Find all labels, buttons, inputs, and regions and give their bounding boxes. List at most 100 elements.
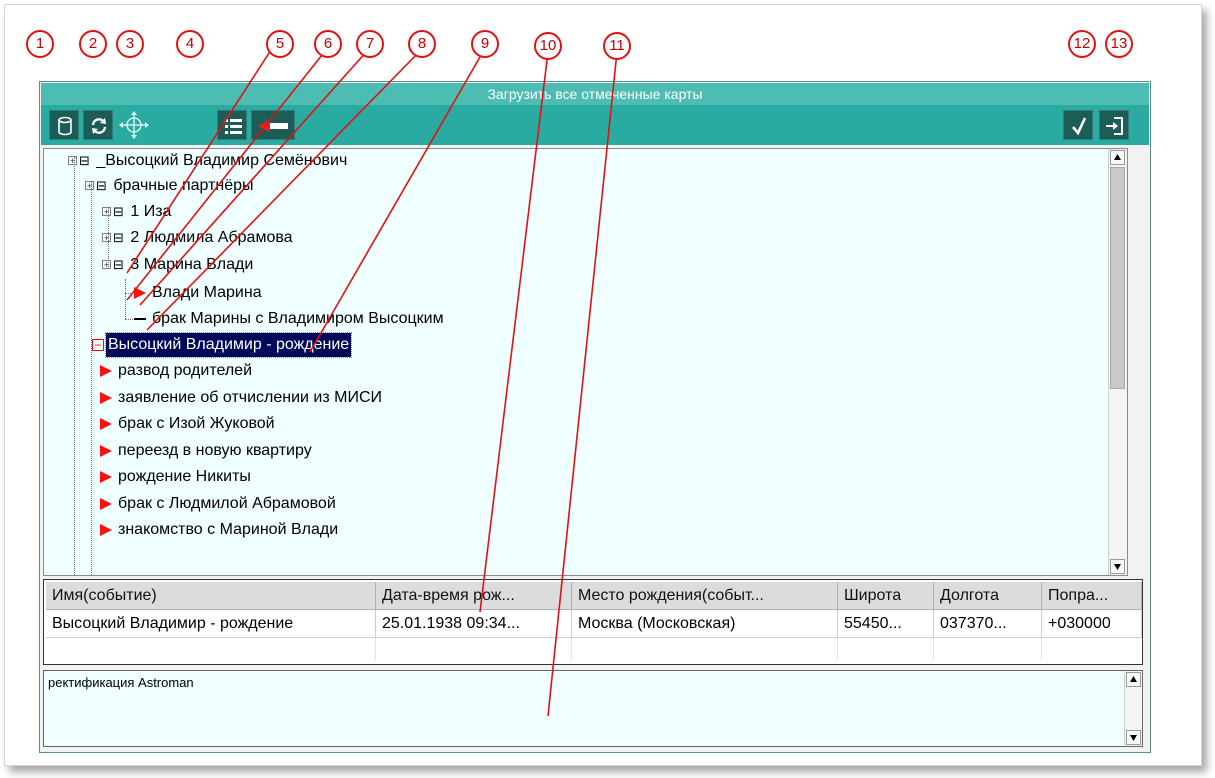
tree-connector	[74, 157, 75, 575]
tree-node-root[interactable]: + ⊟ _Высоцкий Владимир Семёнович	[68, 149, 349, 173]
column-header-latitude[interactable]: Широта	[838, 582, 934, 610]
group-icon: ⊟	[113, 204, 124, 219]
window-title-bar[interactable]: Загрузить все отмеченные карты	[41, 83, 1149, 105]
group-icon: ⊟	[96, 178, 107, 193]
tree-node-birth-selected[interactable]: − Высоцкий Владимир - рождение	[92, 332, 353, 358]
notes-text: ректификация Astroman	[48, 675, 194, 690]
notes-textarea[interactable]: ректификация Astroman	[43, 670, 1143, 747]
table-empty-cell	[572, 638, 838, 660]
annotation-marker-10: 10	[534, 32, 562, 60]
group-icon: ⊟	[113, 257, 124, 272]
exit-icon	[1106, 117, 1123, 135]
database-button[interactable]	[49, 110, 79, 140]
tree-node-partner-1[interactable]: + ⊟ 1 Иза	[102, 200, 173, 224]
arrow-up-icon	[1130, 676, 1137, 682]
arrow-down-icon	[1130, 735, 1137, 741]
group-icon: ⊟	[79, 153, 90, 168]
arrow-down-icon	[1114, 564, 1121, 570]
table-cell-correction[interactable]: +030000	[1042, 610, 1142, 638]
annotation-marker-12: 12	[1068, 30, 1096, 58]
refresh-button[interactable]	[83, 110, 113, 140]
table-cell-place[interactable]: Москва (Московская)	[572, 610, 838, 638]
annotation-marker-4: 4	[176, 30, 204, 58]
tree-connector	[125, 319, 133, 320]
scroll-down-button[interactable]	[1126, 730, 1141, 745]
column-header-longitude[interactable]: Долгота	[934, 582, 1042, 610]
expand-toggle-icon[interactable]: +	[102, 260, 111, 270]
expand-toggle-icon[interactable]: +	[102, 233, 111, 243]
table-cell-longitude[interactable]: 037370...	[934, 610, 1042, 638]
notes-scrollbar[interactable]	[1124, 671, 1142, 746]
tree-connector	[125, 293, 133, 294]
scroll-down-button[interactable]	[1110, 559, 1125, 574]
checkmark-icon	[1072, 117, 1087, 136]
column-header-datetime[interactable]: Дата-время рож...	[376, 582, 572, 610]
tree-node-event[interactable]: рождение Никиты	[100, 465, 253, 489]
window-title: Загрузить все отмеченные карты	[487, 86, 703, 102]
event-flag-icon	[100, 497, 112, 510]
table-cell-datetime[interactable]: 25.01.1938 09:34...	[376, 610, 572, 638]
annotation-marker-11: 11	[603, 32, 631, 60]
exit-button[interactable]	[1099, 110, 1129, 140]
tree-node-marriage[interactable]: брак Марины с Владимиром Высоцким	[134, 307, 446, 331]
page-frame: Загрузить все отмеченные карты + ⊟ _Высо…	[4, 4, 1202, 766]
tree-node-event[interactable]: развод родителей	[100, 359, 254, 383]
list-icon	[225, 119, 242, 134]
relation-dash-icon	[134, 317, 146, 320]
annotation-marker-9: 9	[471, 30, 499, 58]
tree-node-event[interactable]: переезд в новую квартиру	[100, 439, 314, 463]
event-flag-icon	[100, 444, 112, 457]
annotation-marker-8: 8	[408, 30, 436, 58]
tree-node-event[interactable]: брак с Людмилой Абрамовой	[100, 492, 338, 516]
table-empty-cell	[376, 638, 572, 660]
tree-node-partners[interactable]: + ⊟ брачные партнёры	[85, 174, 256, 198]
expand-toggle-icon[interactable]: +	[68, 156, 77, 166]
arrow-up-icon	[1114, 154, 1121, 160]
annotation-marker-6: 6	[314, 30, 342, 58]
move-button[interactable]	[117, 110, 149, 140]
table-cell-name[interactable]: Высоцкий Владимир - рождение	[46, 610, 376, 638]
annotation-marker-13: 13	[1105, 30, 1133, 58]
tree-scrollbar[interactable]	[1108, 149, 1127, 575]
tree-node-event[interactable]: брак с Изой Жуковой	[100, 412, 277, 436]
event-data-grid: Имя(событие) Дата-время рож... Место рож…	[43, 579, 1143, 665]
tree-node-partner-2[interactable]: + ⊟ 2 Людмила Абрамова	[102, 226, 295, 250]
database-icon	[58, 116, 72, 136]
confirm-button[interactable]	[1063, 110, 1093, 140]
annotation-marker-7: 7	[356, 30, 384, 58]
column-header-correction[interactable]: Попра...	[1042, 582, 1142, 610]
event-flag-icon	[100, 391, 112, 404]
column-header-name[interactable]: Имя(событие)	[46, 582, 376, 610]
expand-toggle-icon[interactable]: +	[85, 181, 94, 191]
expand-toggle-icon[interactable]: +	[102, 207, 111, 217]
collapse-toggle-icon[interactable]: −	[92, 338, 104, 351]
annotation-marker-3: 3	[116, 30, 144, 58]
group-icon: ⊟	[113, 230, 124, 245]
table-empty-cell	[46, 638, 376, 660]
event-tree: + ⊟ _Высоцкий Владимир Семёнович + ⊟ брачн…	[43, 148, 1128, 576]
column-header-place[interactable]: Место рождения(событ...	[572, 582, 838, 610]
table-cell-latitude[interactable]: 55450...	[838, 610, 934, 638]
tree-node-event-chart[interactable]: Влади Марина	[134, 281, 264, 305]
event-flag-icon	[100, 364, 112, 377]
move-crosshair-icon	[119, 111, 149, 139]
tree-node-event[interactable]: заявление об отчислении из МИСИ	[100, 386, 384, 410]
event-flag-icon	[100, 523, 112, 536]
tree-connector	[125, 279, 126, 319]
flag-button[interactable]	[251, 110, 295, 140]
tree-node-partner-3[interactable]: + ⊟ 3 Марина Влади	[102, 253, 255, 277]
annotation-marker-2: 2	[79, 30, 107, 58]
event-flag-icon	[100, 470, 112, 483]
table-empty-cell	[934, 638, 1042, 660]
scroll-up-button[interactable]	[1126, 672, 1141, 687]
list-button[interactable]	[217, 110, 247, 140]
tree-node-event[interactable]: знакомство с Мариной Влади	[100, 518, 340, 542]
scroll-thumb[interactable]	[1110, 167, 1125, 389]
refresh-icon	[91, 118, 107, 134]
table-empty-cell	[838, 638, 934, 660]
flag-icon	[258, 120, 288, 132]
annotation-marker-5: 5	[266, 30, 294, 58]
event-flag-icon	[134, 286, 146, 299]
chart-loader-window: Загрузить все отмеченные карты + ⊟ _Высо…	[39, 81, 1151, 753]
scroll-up-button[interactable]	[1110, 150, 1125, 165]
